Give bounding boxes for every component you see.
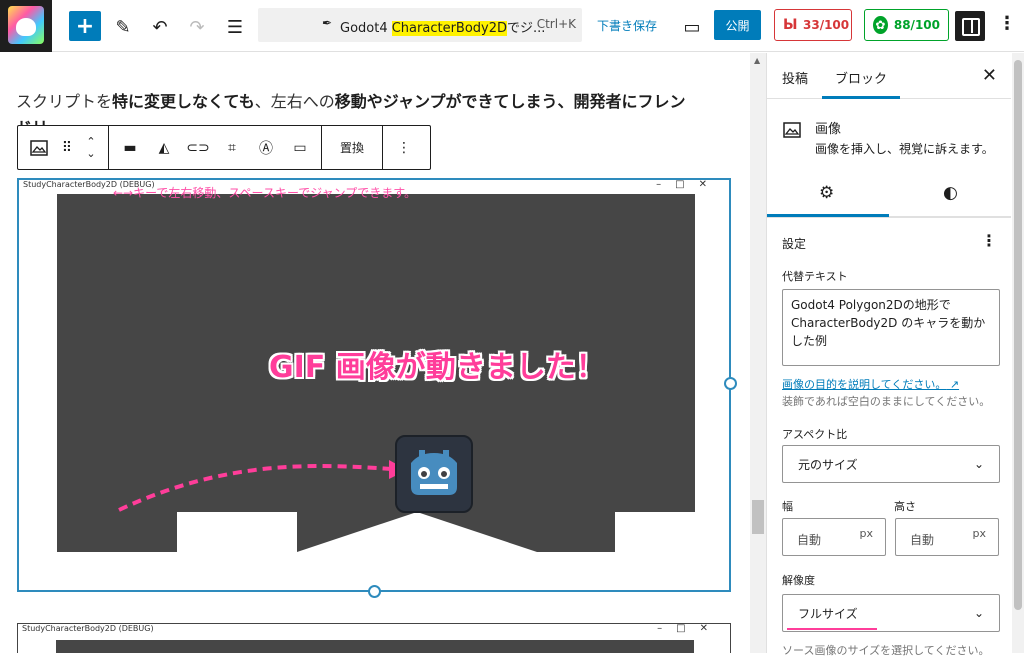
game-viewport: GIF 画像が動きました！ — [57, 194, 695, 552]
resize-handle-bottom[interactable] — [368, 585, 381, 598]
gear-check-icon: ✿ — [873, 16, 888, 34]
replace-button[interactable]: 置換 — [326, 130, 378, 166]
highlight-underline — [787, 628, 877, 630]
block-toolbar: ⠿ ⌃ ⌄ ▬ ◭ ⊂⊃ ⌗ Ⓐ ▭ 置換 ⋮ — [17, 125, 431, 170]
site-logo[interactable] — [0, 0, 52, 52]
height-value: 自動 — [910, 533, 935, 547]
caption-icon[interactable]: ▭ — [283, 130, 317, 166]
window-title-2: StudyCharacterBody2D (DEBUG) — [22, 624, 154, 633]
settings-sidebar: 投稿 ブロック ✕ 画像 画像を挿入し、視覚に訴えます。 ⚙ ◐ 設定 ⋮ 代替… — [766, 53, 1011, 657]
editor-top-bar: + ✎ ↶ ↷ ☰ ✒ Godot4 CharacterBody2Dでジ... … — [0, 0, 1024, 52]
canvas-scroll-thumb[interactable] — [752, 500, 764, 534]
crop-icon[interactable]: ⌗ — [215, 130, 249, 166]
game-viewport-2 — [56, 640, 694, 653]
resolution-select[interactable]: フルサイズ ⌄ — [782, 594, 1000, 632]
tab-post[interactable]: 投稿 — [782, 68, 808, 87]
scroll-up-icon[interactable]: ▲ — [754, 56, 760, 65]
options-group: ⋮ — [383, 126, 425, 169]
alt-text-field[interactable]: Godot4 Polygon2Dの地形で CharacterBody2D のキャ… — [782, 289, 1000, 366]
document-title-bar[interactable]: ✒ Godot4 CharacterBody2Dでジ... Ctrl+K — [258, 8, 582, 42]
image-block-icon — [783, 122, 801, 142]
document-overview-icon[interactable]: ☰ — [221, 13, 249, 41]
seo-score-button[interactable]: Ы 33/100 — [774, 9, 852, 41]
preview-icon[interactable]: ▭ — [678, 13, 706, 41]
block-options-icon[interactable]: ⋮ — [387, 130, 421, 166]
canvas-scrollbar[interactable] — [750, 53, 766, 653]
aspect-ratio-label: アスペクト比 — [782, 428, 848, 441]
tab-block[interactable]: ブロック — [835, 68, 887, 87]
gear-icon[interactable]: ⚙ — [819, 183, 834, 203]
logo-face-icon — [16, 18, 36, 36]
chevron-down-icon: ⌄ — [973, 606, 984, 620]
resolution-value: フルサイズ — [798, 606, 858, 621]
more-options-icon[interactable]: ⋮ — [998, 13, 1016, 34]
undo-icon[interactable]: ↶ — [146, 13, 174, 41]
aspect-ratio-value: 元のサイズ — [798, 457, 858, 472]
width-input[interactable]: 自動 px — [782, 518, 886, 556]
readability-score: 88/100 — [893, 18, 940, 32]
chevron-down-icon: ⌄ — [973, 457, 984, 471]
command-shortcut: Ctrl+K — [536, 17, 576, 31]
replace-group: 置換 — [322, 126, 383, 169]
godot-character-icon — [395, 435, 473, 513]
resolution-label: 解像度 — [782, 574, 815, 587]
alt-text-help: 装飾であれば空白のままにしてください。 — [782, 395, 991, 408]
alt-text-label: 代替テキスト — [782, 270, 848, 283]
settings-more-icon[interactable]: ⋮ — [981, 231, 997, 250]
resize-handle-right[interactable] — [724, 377, 737, 390]
seo-score: 33/100 — [803, 18, 850, 32]
tools-pen-icon[interactable]: ✎ — [109, 13, 137, 41]
width-value: 自動 — [797, 533, 822, 547]
window-controls-icon: –□✕ — [656, 179, 721, 190]
width-unit: px — [859, 527, 874, 540]
sidebar-scroll-thumb[interactable] — [1014, 60, 1022, 610]
save-draft-button[interactable]: 下書き保存 — [597, 17, 657, 34]
align-icon[interactable]: ▬ — [113, 130, 147, 166]
redo-icon[interactable]: ↷ — [183, 13, 211, 41]
inspector-tabs: ⚙ ◐ — [767, 171, 1011, 217]
height-label: 高さ — [894, 500, 916, 513]
settings-panel: 設定 ⋮ 代替テキスト Godot4 Polygon2Dの地形で Charact… — [767, 217, 1011, 657]
move-block-icon[interactable]: ⌃ ⌄ — [78, 130, 104, 166]
seo-plugin-icon: Ы — [783, 17, 798, 33]
add-block-button[interactable]: + — [69, 11, 101, 41]
text-overlay-icon[interactable]: Ⓐ — [249, 130, 283, 166]
close-icon[interactable]: ✕ — [982, 65, 997, 86]
window-controls-icon-2: –□✕ — [657, 623, 722, 634]
block-type-group: ⠿ ⌃ ⌄ — [18, 126, 109, 169]
image-block[interactable]: StudyCharacterBody2D (DEBUG) –□✕ GIF 画像が… — [17, 178, 731, 592]
height-unit: px — [972, 527, 987, 540]
height-input[interactable]: 自動 px — [895, 518, 999, 556]
controls-hint: ←→キーで左右移動、スペースキーでジャンプできます。 — [113, 186, 417, 200]
document-pen-icon: ✒ — [322, 16, 333, 30]
readability-score-button[interactable]: ✿ 88/100 — [864, 9, 949, 41]
image-tools-group: ▬ ◭ ⊂⊃ ⌗ Ⓐ ▭ — [109, 126, 322, 169]
styles-half-circle-icon[interactable]: ◐ — [943, 183, 958, 203]
paragraph-block[interactable]: スクリプトを特に変更しなくても、左右への移動やジャンプができてしまう、開発者にフ… — [16, 89, 736, 115]
block-card: 画像 画像を挿入し、視覚に訴えます。 — [767, 100, 1011, 166]
publish-button[interactable]: 公開 — [714, 10, 761, 40]
width-label: 幅 — [782, 500, 793, 513]
document-title: Godot4 CharacterBody2Dでジ... — [340, 21, 546, 36]
block-title: 画像 — [815, 122, 842, 137]
link-icon[interactable]: ⊂⊃ — [181, 130, 215, 166]
settings-panel-toggle-icon[interactable] — [955, 11, 985, 41]
settings-title: 設定 — [782, 237, 807, 251]
sidebar-tabs: 投稿 ブロック ✕ — [767, 53, 1011, 99]
resolution-help: ソース画像のサイズを選択してください。 — [782, 644, 990, 657]
block-description: 画像を挿入し、視覚に訴えます。 — [815, 142, 994, 156]
active-tab-indicator — [822, 96, 900, 99]
aspect-ratio-select[interactable]: 元のサイズ ⌄ — [782, 445, 1000, 483]
alt-text-help-link[interactable]: 画像の目的を説明してください。 ↗ — [782, 376, 959, 392]
gif-caption: GIF 画像が動きました！ — [269, 350, 606, 385]
duotone-icon[interactable]: ◭ — [147, 130, 181, 166]
image-block-icon[interactable] — [22, 130, 56, 166]
image-block-2[interactable]: StudyCharacterBody2D (DEBUG) –□✕ — [17, 623, 731, 653]
editor-canvas: スクリプトを特に変更しなくても、左右への移動やジャンプができてしまう、開発者にフ… — [0, 53, 750, 653]
drag-handle-icon[interactable]: ⠿ — [56, 130, 78, 166]
